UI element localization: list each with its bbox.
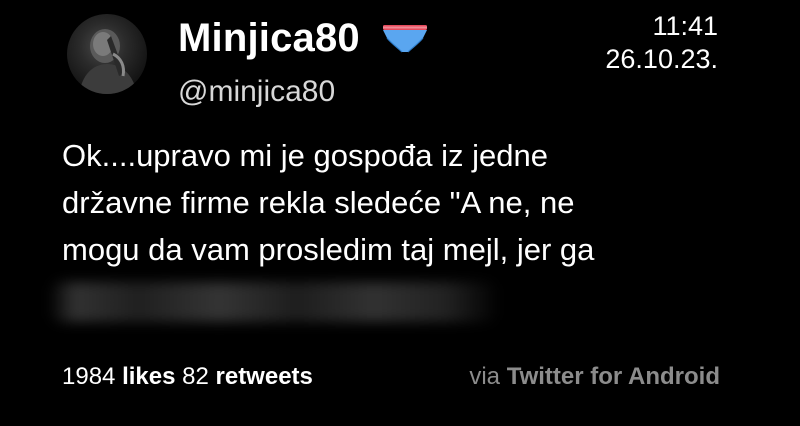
display-name[interactable]: Minjica80 — [178, 16, 360, 60]
tweet-stats: 1984 likes 82 retweets — [62, 362, 313, 392]
tweet-text-line: Ok....upravo mi je gospođa iz jedne — [62, 138, 548, 173]
tweet-time: 11:41 — [652, 11, 718, 41]
underwear-icon — [383, 25, 427, 53]
tweet-card: Minjica80 @minjica80 11:41 26.10.23. Ok.… — [0, 0, 800, 426]
user-handle[interactable]: @minjica80 — [178, 74, 335, 110]
blurred-text-line — [48, 282, 500, 322]
avatar[interactable] — [67, 14, 147, 94]
tweet-text-line: državne firme rekla sledeće "A ne, ne — [62, 185, 575, 220]
retweets-label[interactable]: retweets — [216, 363, 313, 390]
tweet-date: 26.10.23. — [605, 44, 718, 74]
tweet-text-line: mogu da vam prosledim taj mejl, jer ga — [62, 232, 595, 267]
tweet-text: Ok....upravo mi je gospođa iz jedne drža… — [62, 132, 742, 273]
likes-label[interactable]: likes — [122, 363, 175, 390]
source-app-link[interactable]: Twitter for Android — [507, 363, 720, 390]
tweet-source: via Twitter for Android — [469, 362, 720, 392]
retweets-count: 82 — [182, 363, 209, 390]
likes-count: 1984 — [62, 363, 116, 390]
source-prefix: via — [469, 363, 501, 390]
avatar-image — [79, 29, 137, 94]
